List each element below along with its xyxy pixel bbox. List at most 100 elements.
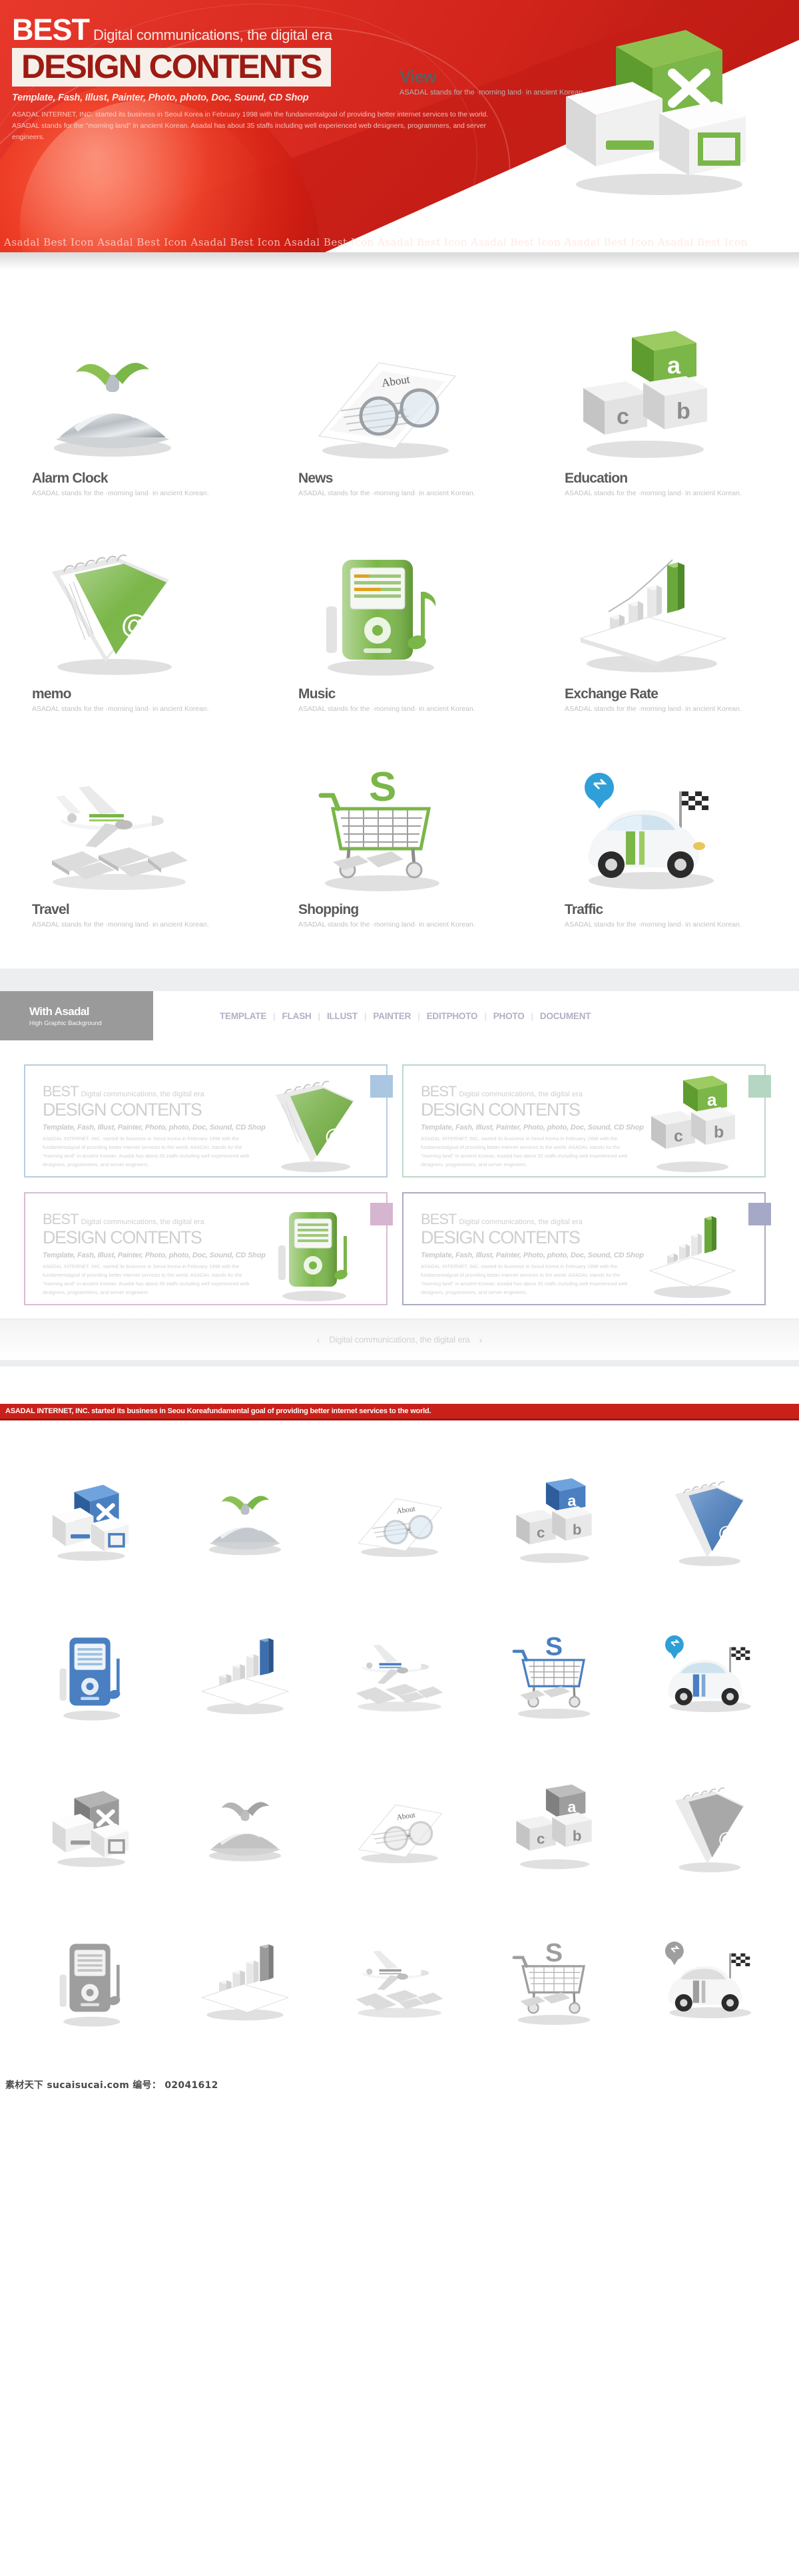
showcase-item-exchange-rate[interactable]: Exchange Rate ASADAL stands for the ·mor… [533,532,799,713]
sprite-player-blue[interactable] [13,1598,168,1751]
sprite-hero-blue[interactable] [13,1444,168,1598]
showcase-item-shopping[interactable]: S Shopping ASADAL stands for the ·mornin… [266,748,533,929]
banner-card-list: BEST Digital communications, the digital… [0,1040,799,1319]
svg-text:c: c [674,1127,683,1146]
showcase-item-desc: ASADAL stands for the ·morning land· in … [298,705,475,713]
cart-icon: S [298,748,533,894]
nav-item-illust[interactable]: ILLUST [320,1011,364,1021]
header-best-label: BEST [12,13,90,47]
nav-item-painter[interactable]: PAINTER [366,1011,417,1021]
sprite-chart-blue[interactable] [168,1598,322,1751]
sprite-plane-gray[interactable] [322,1904,477,2057]
showcase-row: Alarm Clock ASADAL stands for the ·morni… [0,316,799,497]
sprite-blocks-gray[interactable]: a c b [477,1751,631,1904]
sprite-player-gray[interactable] [13,1904,168,2057]
showcase-item-traffic[interactable]: Traffic ASADAL stands for the ·morning l… [533,748,799,929]
pager-next-icon[interactable]: › [479,1335,483,1345]
showcase-item-name: Exchange Rate [565,686,659,702]
card-body: ASADAL INTERNET, INC. started its busine… [43,1263,250,1296]
sprite-row: S [13,1904,786,2057]
svg-text:a: a [667,351,681,379]
header-body-text: ASADAL INTERNET, INC. started its busine… [12,110,489,141]
showcase-item-desc: ASADAL stands for the ·morning land· in … [32,489,209,497]
showcase-item-desc: ASADAL stands for the ·morning land· in … [32,705,209,713]
banner-card[interactable]: BEST Digital communications, the digital… [402,1192,771,1305]
sprite-cart-blue[interactable]: S [477,1598,631,1751]
card-accent-chip [748,1075,771,1098]
showcase-item-name: Alarm Clock [32,471,109,486]
showcase-item-music[interactable]: Music ASADAL stands for the ·morning lan… [266,532,533,713]
card-tagline: Digital communications, the digital era [459,1090,583,1098]
hero-document-icon [546,10,766,203]
showcase-item-news[interactable]: About News ASADAL stands for the ·mornin… [266,316,533,497]
chart-icon [642,1201,742,1301]
sprite-cart-gray[interactable]: S [477,1904,631,2057]
svg-text:b: b [573,1827,582,1844]
sprite-chart-gray[interactable] [168,1904,322,2057]
nav-item-flash[interactable]: FLASH [276,1011,318,1021]
sprite-car-blue[interactable] [631,1598,786,1751]
notepad-icon: @ [32,532,266,678]
player-icon [264,1201,364,1301]
notice-gap [0,1367,799,1404]
card-best-label: BEST [421,1211,457,1227]
svg-text:c: c [617,404,629,429]
svg-text:@: @ [325,1125,343,1146]
svg-text:S: S [545,1631,563,1661]
nav-item-document[interactable]: DOCUMENT [533,1011,597,1021]
showcase-item-name: Education [565,471,628,486]
page-header: BEST Digital communications, the digital… [0,0,799,270]
sprite-news-gray[interactable]: About [322,1751,477,1904]
showcase-item-name: Travel [32,902,70,917]
showcase-item-desc: ASADAL stands for the ·morning land· in … [298,921,475,929]
nav-item-template[interactable]: TEMPLATE [213,1011,273,1021]
banner-card[interactable]: BEST Digital communications, the digital… [402,1064,771,1178]
showcase-item-desc: ASADAL stands for the ·morning land· in … [565,705,742,713]
showcase-item-alarm-clock[interactable]: Alarm Clock ASADAL stands for the ·morni… [0,316,266,497]
carousel-pager: ‹ Digital communications, the digital er… [0,1319,799,1360]
showcase-item-desc: ASADAL stands for the ·morning land· in … [565,489,742,497]
showcase-item-education[interactable]: a c b Education ASADAL stands for the ·m… [533,316,799,497]
showcase-item-travel[interactable]: Travel ASADAL stands for the ·morning la… [0,748,266,929]
showcase-item-name: Shopping [298,902,359,917]
showcase-item-memo[interactable]: @ memo ASADAL stands for the ·morning la… [0,532,266,713]
svg-text:c: c [537,1524,545,1541]
blocks-icon: a c b [565,316,799,463]
marquee-strip: Asadal Best Icon Asadal Best Icon Asadal… [4,236,748,248]
card-body: ASADAL INTERNET, INC. started its busine… [421,1136,628,1168]
asadal-brand-subtitle: High Graphic Background [29,1019,102,1027]
showcase-item-desc: ASADAL stands for the ·morning land· in … [565,921,742,929]
card-best-label: BEST [43,1211,79,1227]
card-body: ASADAL INTERNET, INC. started its busine… [43,1136,250,1168]
pager-prev-icon[interactable]: ‹ [317,1335,320,1345]
svg-text:b: b [714,1123,724,1142]
asadal-nav: TEMPLATE | FLASH | ILLUST | PAINTER | ED… [153,991,799,1040]
pager-label: Digital communications, the digital era [329,1335,470,1345]
nav-item-photo[interactable]: PHOTO [487,1011,531,1021]
asadal-brand-title: With Asadal [29,1004,90,1018]
svg-text:a: a [707,1090,717,1110]
sprite-news-green[interactable]: About [322,1444,477,1598]
header-bottom-fade [0,252,799,270]
sprite-hero-gray[interactable] [13,1751,168,1904]
showcase-item-desc: ASADAL stands for the ·morning land· in … [298,489,475,497]
with-asadal-section: With Asadal High Graphic Background TEMP… [0,968,799,1367]
banner-card[interactable]: BEST Digital communications, the digital… [24,1192,393,1305]
sprite-car-gray[interactable] [631,1904,786,2057]
banner-card[interactable]: BEST Digital communications, the digital… [24,1064,393,1178]
notice-bar: ASADAL INTERNET, INC. started its busine… [0,1404,799,1418]
header-best-line: BEST Digital communications, the digital… [12,15,491,45]
card-accent-chip [748,1203,771,1225]
sprite-plane-blue[interactable] [322,1598,477,1751]
sprite-notepad-gray[interactable]: @ [631,1751,786,1904]
svg-text:c: c [537,1830,545,1847]
nav-item-editphoto[interactable]: EDITPHOTO [420,1011,485,1021]
sprite-cloche-gray[interactable] [168,1751,322,1904]
sprite-row: S [13,1598,786,1751]
card-accent-chip [370,1075,393,1098]
sprite-notepad-blue[interactable]: @ [631,1444,786,1598]
card-accent-chip [370,1203,393,1225]
sprite-blocks-blue[interactable]: a c b [477,1444,631,1598]
header-title-box: DESIGN CONTENTS [12,48,331,87]
sprite-cloche-green[interactable] [168,1444,322,1598]
